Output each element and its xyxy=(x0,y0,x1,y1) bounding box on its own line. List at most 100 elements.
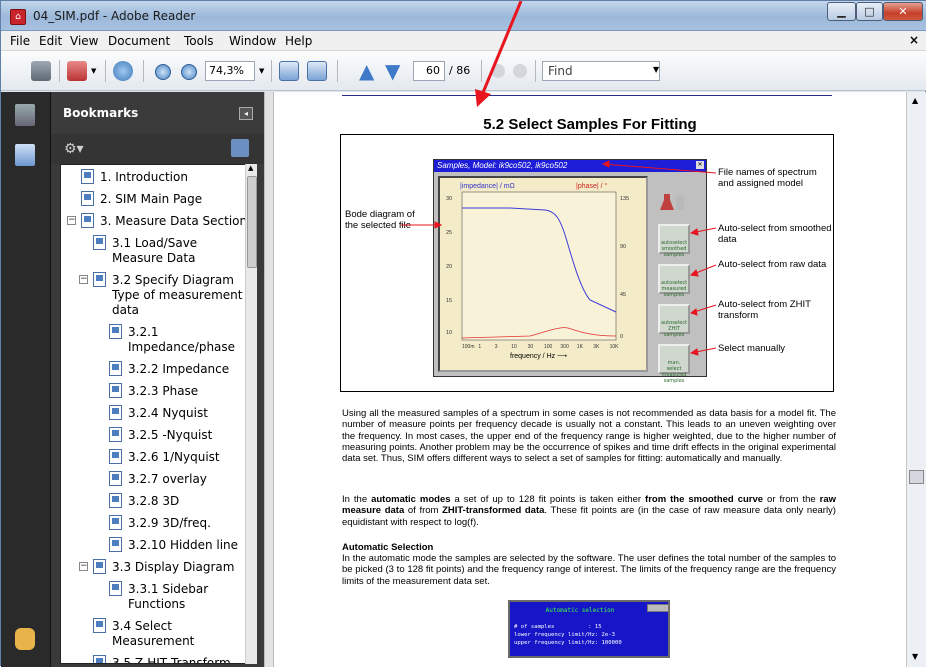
zoom-dropdown-icon[interactable]: ▼ xyxy=(259,67,264,87)
bookmark-item[interactable]: 2. SIM Main Page xyxy=(100,192,202,207)
previous-page-icon[interactable]: ▲ xyxy=(359,59,374,83)
bookmarks-panel: Bookmarks ◂ ⚙▾ 1. Introduction 2. SIM Mai… xyxy=(51,92,264,667)
note-zhit: Auto-select from ZHIT transform xyxy=(718,299,811,321)
chevron-down-icon[interactable]: ▼ xyxy=(91,67,96,87)
next-view-icon[interactable] xyxy=(513,64,527,78)
comments-icon[interactable] xyxy=(15,628,35,650)
note-file-names: File names of spectrum and assigned mode… xyxy=(718,167,817,189)
maximize-button[interactable]: □ xyxy=(856,2,883,21)
sim-window-title: Samples, Model: ik9co502, ik9co502 ✕ xyxy=(434,160,706,172)
bookmark-item[interactable]: 3.2 Specify Diagram Type of measurement … xyxy=(112,273,242,318)
bookmark-toggle[interactable]: − xyxy=(67,216,76,225)
menu-window[interactable]: Window xyxy=(229,34,276,48)
bookmark-item[interactable]: 3. Measure Data Section xyxy=(100,214,247,229)
bookmarks-icon[interactable] xyxy=(15,144,35,166)
p2-bold: ZHIT-transformed data xyxy=(442,505,545,517)
p2-text: or from the xyxy=(763,494,820,505)
note-smoothed: Auto-select from smoothed data xyxy=(718,223,832,245)
zoom-in-icon[interactable] xyxy=(181,64,197,80)
sim-title-text: Samples, Model: ik9co502, ik9co502 xyxy=(437,161,568,170)
find-dropdown-icon[interactable]: ▼ xyxy=(653,65,659,85)
title-bar: ⌂ 04_SIM.pdf - Adobe Reader ▁ □ ✕ xyxy=(1,1,926,31)
bookmark-toggle[interactable]: − xyxy=(79,562,88,571)
pages-icon[interactable] xyxy=(15,104,35,126)
bookmark-item[interactable]: 3.2.10 Hidden line xyxy=(128,538,238,553)
fit-page-icon[interactable] xyxy=(279,61,299,81)
menu-file[interactable]: File xyxy=(10,34,30,48)
bookmark-item[interactable]: 3.1 Load/Save Measure Data xyxy=(112,236,197,266)
page-number-field[interactable]: 60 xyxy=(413,61,445,81)
menu-help[interactable]: Help xyxy=(285,34,312,48)
automatic-selection-title: Automatic selection xyxy=(545,607,615,614)
bookmark-item[interactable]: 3.2.8 3D xyxy=(128,494,179,509)
bookmark-item[interactable]: 3.3 Display Diagram xyxy=(112,560,234,575)
bookmark-page-icon xyxy=(109,449,122,464)
bookmark-item[interactable]: 3.2.7 overlay xyxy=(128,472,207,487)
scroll-up-icon[interactable]: ▲ xyxy=(248,164,253,172)
find-input[interactable]: Find xyxy=(542,61,660,81)
bookmark-item[interactable]: 3.5 Z-HIT Transform xyxy=(112,656,231,663)
zoom-out-icon[interactable] xyxy=(155,64,171,80)
bookmark-item[interactable]: 3.3.1 Sidebar Functions xyxy=(128,582,208,612)
document-scrollbar[interactable]: ▲ ▼ xyxy=(906,92,926,667)
bookmarks-scroll-thumb[interactable] xyxy=(247,176,257,268)
scroll-up-icon[interactable]: ▲ xyxy=(912,96,918,105)
autoselect-smoothed-button: autoselect smoothed samples xyxy=(658,224,690,258)
bookmark-item[interactable]: 1. Introduction xyxy=(100,170,188,185)
panel-splitter[interactable] xyxy=(264,92,274,667)
bookmark-page-icon xyxy=(109,581,122,596)
menu-view[interactable]: View xyxy=(70,34,98,48)
bookmark-item[interactable]: 3.2.3 Phase xyxy=(128,384,198,399)
bookmark-item[interactable]: 3.2.4 Nyquist xyxy=(128,406,208,421)
bookmark-toggle[interactable]: − xyxy=(79,275,88,284)
menu-document[interactable]: Document xyxy=(108,34,170,48)
bookmarks-scrollbar[interactable]: ▲ xyxy=(245,164,257,664)
menu-tools[interactable]: Tools xyxy=(184,34,214,48)
x-tick: 100 xyxy=(544,344,553,350)
bookmark-item[interactable]: 3.2.1 Impedance/phase xyxy=(128,325,235,355)
p2-text: of from xyxy=(404,505,443,517)
close-button[interactable]: ✕ xyxy=(883,2,923,21)
y-left-tick: 25 xyxy=(446,230,452,236)
bookmark-item[interactable]: 3.4 Select Measurement xyxy=(112,619,194,649)
bookmark-page-icon xyxy=(81,169,94,184)
bookmark-page-icon xyxy=(93,235,106,250)
menu-bar: File Edit View Document Tools Window Hel… xyxy=(1,31,926,51)
scroll-down-icon[interactable]: ▼ xyxy=(912,652,918,661)
bookmarks-toolbar: ⚙▾ xyxy=(51,134,264,164)
collaborate-icon[interactable] xyxy=(113,61,133,81)
bode-plot: |impedance| / mΩ |phase| / ° 30 25 20 15 10 135… xyxy=(438,176,648,372)
bookmark-item[interactable]: 3.2.2 Impedance xyxy=(128,362,229,377)
menu-edit[interactable]: Edit xyxy=(39,34,62,48)
y-right-tick: 45 xyxy=(620,292,626,298)
full-screen-icon[interactable] xyxy=(307,61,327,81)
bookmarks-header: Bookmarks ◂ xyxy=(51,92,264,132)
p2-text: a set of up to 128 fit points is taken e… xyxy=(450,494,646,505)
figure: Samples, Model: ik9co502, ik9co502 ✕ |im… xyxy=(340,134,834,392)
bookmark-page-icon xyxy=(109,405,122,420)
x-tick: 3 xyxy=(495,344,498,350)
y-right-tick: 0 xyxy=(620,334,623,340)
document-scroll-thumb[interactable] xyxy=(909,470,924,484)
next-page-icon[interactable]: ▼ xyxy=(385,59,400,83)
zoom-field[interactable]: 74,3% xyxy=(205,61,255,81)
create-pdf-icon[interactable] xyxy=(67,61,87,81)
autoselect-zhit-button: autoselect ZHIT samples xyxy=(658,304,690,338)
minimize-button[interactable]: ▁ xyxy=(827,2,856,21)
new-bookmark-icon[interactable] xyxy=(231,139,249,157)
close-document-icon[interactable]: × xyxy=(909,33,919,47)
previous-view-icon[interactable] xyxy=(491,64,505,78)
bookmark-page-icon xyxy=(109,324,122,339)
collapse-panel-icon[interactable]: ◂ xyxy=(239,107,253,120)
x-tick: 100m xyxy=(462,344,475,350)
bookmark-item[interactable]: 3.2.6 1/Nyquist xyxy=(128,450,220,465)
sim-samples-window: Samples, Model: ik9co502, ik9co502 ✕ |im… xyxy=(433,159,707,384)
bookmark-item[interactable]: 3.2.5 -Nyquist xyxy=(128,428,212,443)
options-gear-icon[interactable]: ⚙▾ xyxy=(64,141,84,157)
print-icon[interactable] xyxy=(31,61,51,81)
bookmark-page-icon xyxy=(93,559,106,574)
bookmark-item[interactable]: 3.2.9 3D/freq. xyxy=(128,516,211,531)
automatic-selection-heading: Automatic Selection xyxy=(342,542,434,553)
bookmark-page-icon xyxy=(109,361,122,376)
paragraph-2: In the automatic modes a set of up to 12… xyxy=(342,494,836,528)
